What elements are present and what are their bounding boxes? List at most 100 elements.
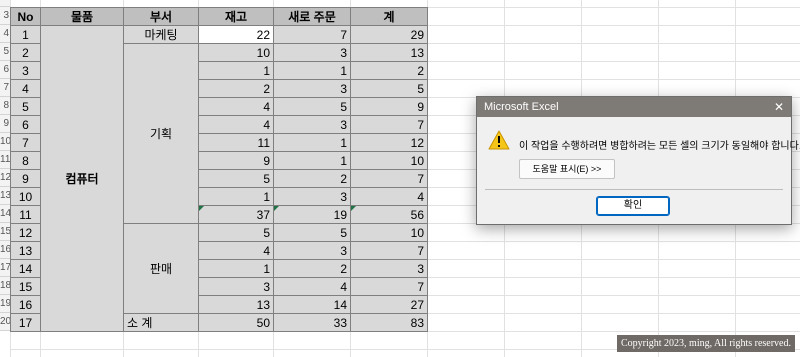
cell-order[interactable]: 5 bbox=[273, 97, 351, 116]
cell-order[interactable]: 19 bbox=[273, 205, 351, 224]
row-header[interactable]: 18 bbox=[0, 277, 10, 295]
row-header[interactable]: 8 bbox=[0, 97, 10, 115]
cell-no[interactable]: 13 bbox=[10, 241, 41, 260]
cell-department[interactable]: 마케팅 bbox=[123, 25, 199, 44]
cell-order[interactable]: 3 bbox=[273, 79, 351, 98]
cell-total[interactable]: 9 bbox=[350, 97, 428, 116]
cell-department-merged[interactable]: 기획 bbox=[123, 43, 199, 224]
cell-order[interactable]: 5 bbox=[273, 223, 351, 242]
cell-total[interactable]: 7 bbox=[350, 169, 428, 188]
cell-department-merged[interactable]: 판매 bbox=[123, 223, 199, 314]
cell-order[interactable]: 3 bbox=[273, 115, 351, 134]
close-icon[interactable]: ✕ bbox=[774, 97, 784, 117]
cell-total[interactable]: 7 bbox=[350, 241, 428, 260]
cell-total[interactable]: 5 bbox=[350, 79, 428, 98]
cell-total[interactable]: 2 bbox=[350, 61, 428, 80]
cell-total[interactable]: 83 bbox=[350, 313, 428, 332]
cell-total[interactable]: 10 bbox=[350, 151, 428, 170]
cell-no[interactable]: 12 bbox=[10, 223, 41, 242]
row-header[interactable]: 4 bbox=[0, 25, 10, 43]
header-department[interactable]: 부서 bbox=[123, 7, 199, 26]
cell-order[interactable]: 1 bbox=[273, 133, 351, 152]
cell-no[interactable]: 2 bbox=[10, 43, 41, 62]
cell-total[interactable]: 13 bbox=[350, 43, 428, 62]
cell-stock[interactable]: 4 bbox=[198, 97, 274, 116]
cell-order[interactable]: 3 bbox=[273, 43, 351, 62]
cell-stock[interactable]: 13 bbox=[198, 295, 274, 314]
error-indicator-icon[interactable] bbox=[199, 206, 204, 211]
cell-total[interactable]: 27 bbox=[350, 295, 428, 314]
cell-no[interactable]: 5 bbox=[10, 97, 41, 116]
cell-order[interactable]: 2 bbox=[273, 259, 351, 278]
row-header[interactable]: 15 bbox=[0, 223, 10, 241]
row-header[interactable]: 2 bbox=[0, 0, 10, 7]
cell-no[interactable]: 9 bbox=[10, 169, 41, 188]
cell-no[interactable]: 10 bbox=[10, 187, 41, 206]
cell-stock[interactable]: 4 bbox=[198, 241, 274, 260]
cell-total[interactable]: 4 bbox=[350, 187, 428, 206]
row-header[interactable]: 12 bbox=[0, 169, 10, 187]
cell-stock[interactable]: 1 bbox=[198, 61, 274, 80]
cell-no[interactable]: 15 bbox=[10, 277, 41, 296]
cell-order[interactable]: 33 bbox=[273, 313, 351, 332]
cell-stock[interactable]: 11 bbox=[198, 133, 274, 152]
header-product[interactable]: 물품 bbox=[40, 7, 124, 26]
cell-total[interactable]: 10 bbox=[350, 223, 428, 242]
row-header[interactable]: 14 bbox=[0, 205, 10, 223]
cell-stock[interactable]: 50 bbox=[198, 313, 274, 332]
cell-order[interactable]: 3 bbox=[273, 187, 351, 206]
cell-total[interactable]: 29 bbox=[350, 25, 428, 44]
row-header[interactable]: 3 bbox=[0, 7, 10, 25]
cell-stock[interactable]: 37 bbox=[198, 205, 274, 224]
header-total[interactable]: 계 bbox=[350, 7, 428, 26]
row-header[interactable]: 11 bbox=[0, 151, 10, 169]
cell-total[interactable]: 56 bbox=[350, 205, 428, 224]
cell-order[interactable]: 3 bbox=[273, 241, 351, 260]
cell-no[interactable]: 8 bbox=[10, 151, 41, 170]
cell-total[interactable]: 7 bbox=[350, 115, 428, 134]
row-header[interactable]: 5 bbox=[0, 43, 10, 61]
cell-stock[interactable]: 2 bbox=[198, 79, 274, 98]
error-indicator-icon[interactable] bbox=[274, 206, 279, 211]
cell-no[interactable]: 6 bbox=[10, 115, 41, 134]
cell-no[interactable]: 3 bbox=[10, 61, 41, 80]
row-header[interactable]: 13 bbox=[0, 187, 10, 205]
cell-order[interactable]: 7 bbox=[273, 25, 351, 44]
cell-no[interactable]: 7 bbox=[10, 133, 41, 152]
cell-stock[interactable]: 10 bbox=[198, 43, 274, 62]
cell-stock[interactable]: 1 bbox=[198, 187, 274, 206]
cell-order[interactable]: 1 bbox=[273, 151, 351, 170]
cell-total[interactable]: 3 bbox=[350, 259, 428, 278]
cell-order[interactable]: 2 bbox=[273, 169, 351, 188]
cell-no[interactable]: 17 bbox=[10, 313, 41, 332]
cell-stock[interactable]: 4 bbox=[198, 115, 274, 134]
cell-order[interactable]: 1 bbox=[273, 61, 351, 80]
show-help-button[interactable]: 도움말 표시(E) >> bbox=[519, 159, 615, 179]
row-header[interactable]: 20 bbox=[0, 313, 10, 331]
cell-stock[interactable]: 1 bbox=[198, 259, 274, 278]
cell-no[interactable]: 16 bbox=[10, 295, 41, 314]
row-header[interactable]: 9 bbox=[0, 115, 10, 133]
row-header[interactable]: 19 bbox=[0, 295, 10, 313]
cell-stock[interactable]: 3 bbox=[198, 277, 274, 296]
header-stock[interactable]: 재고 bbox=[198, 7, 274, 26]
cell-no[interactable]: 11 bbox=[10, 205, 41, 224]
cell-no[interactable]: 14 bbox=[10, 259, 41, 278]
cell-stock-selected[interactable]: 22 bbox=[198, 25, 274, 44]
cell-subtotal-label[interactable]: 소 계 bbox=[123, 313, 199, 332]
header-new-order[interactable]: 새로 주문 bbox=[273, 7, 351, 26]
cell-no[interactable]: 4 bbox=[10, 79, 41, 98]
row-header[interactable]: 16 bbox=[0, 241, 10, 259]
ok-button[interactable]: 확인 bbox=[596, 196, 670, 216]
dialog-titlebar[interactable]: Microsoft Excel ✕ bbox=[477, 97, 791, 117]
header-no[interactable]: No bbox=[10, 7, 41, 26]
cell-product-merged[interactable]: 컴퓨터 bbox=[40, 25, 124, 332]
cell-no[interactable]: 1 bbox=[10, 25, 41, 44]
row-header[interactable]: 17 bbox=[0, 259, 10, 277]
cell-total[interactable]: 12 bbox=[350, 133, 428, 152]
cell-stock[interactable]: 9 bbox=[198, 151, 274, 170]
error-indicator-icon[interactable] bbox=[351, 206, 356, 211]
cell-stock[interactable]: 5 bbox=[198, 223, 274, 242]
cell-total[interactable]: 7 bbox=[350, 277, 428, 296]
row-header[interactable]: 7 bbox=[0, 79, 10, 97]
